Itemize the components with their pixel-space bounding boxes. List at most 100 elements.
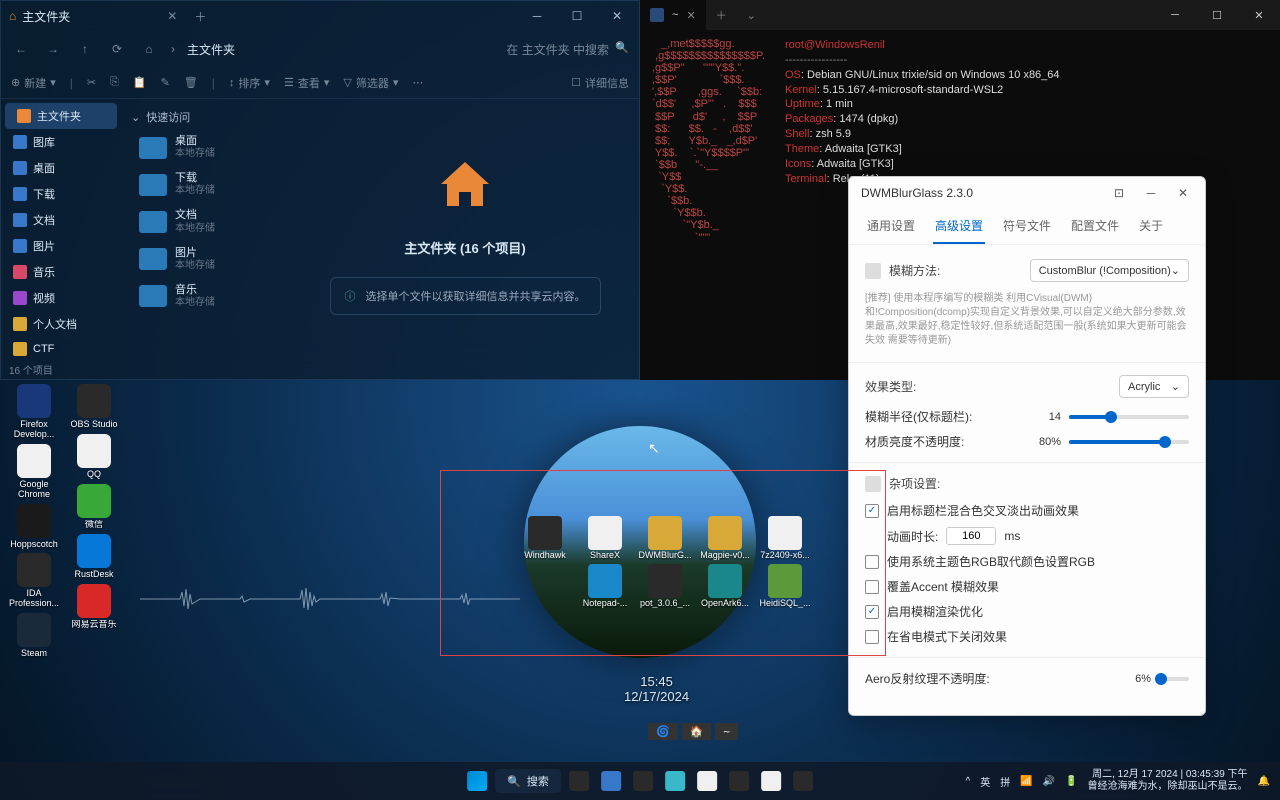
quick-item[interactable]: 音乐本地存储 <box>127 278 285 315</box>
close-icon[interactable]: ✕ <box>603 2 631 30</box>
taskbar-search[interactable]: 🔍 搜索 <box>495 769 561 793</box>
sidebar-item[interactable]: 图库 <box>1 129 121 155</box>
tb-app-icon[interactable] <box>693 767 721 795</box>
maximize-icon[interactable]: ☐ <box>1196 0 1238 30</box>
minimize-icon[interactable]: ─ <box>1154 0 1196 30</box>
dwm-tab[interactable]: 通用设置 <box>865 209 917 244</box>
check-row[interactable]: ✓启用标题栏混合色交叉淡出动画效果 <box>865 502 1189 519</box>
sidebar-item[interactable]: 下载 <box>1 181 121 207</box>
battery-icon[interactable]: 🔋 <box>1065 776 1077 787</box>
sidebar-item[interactable]: 音乐 <box>1 259 121 285</box>
desktop-icon[interactable]: 7z2409-x6... <box>756 516 814 560</box>
desktop-icon[interactable]: Windhawk <box>516 516 574 560</box>
dwm-tab[interactable]: 关于 <box>1137 209 1165 244</box>
sort-button[interactable]: ↕ 排序 ▾ <box>229 75 270 91</box>
aero-slider[interactable] <box>1159 677 1189 681</box>
quick-item[interactable]: 下载本地存储 <box>127 166 285 203</box>
close-tab-icon[interactable]: ✕ <box>164 9 180 23</box>
check-row[interactable]: 使用系统主题色RGB取代颜色设置RGB <box>865 553 1189 570</box>
filter-button[interactable]: ▽ 筛选器 ▾ <box>343 75 398 91</box>
close-icon[interactable]: ✕ <box>1238 0 1280 30</box>
sidebar-item[interactable]: 个人文档 <box>1 311 121 337</box>
tb-app-icon[interactable] <box>661 767 689 795</box>
breadcrumb[interactable]: 主文件夹 <box>187 41 235 58</box>
dwm-tab[interactable]: 配置文件 <box>1069 209 1121 244</box>
desktop-icon[interactable]: DWMBlurG... <box>636 516 694 560</box>
tb-app-icon[interactable] <box>597 767 625 795</box>
tb-app-icon[interactable] <box>757 767 785 795</box>
desktop-icon[interactable]: 微信 <box>66 484 122 530</box>
fm-titlebar[interactable]: ⌂ 主文件夹 ✕ ＋ ─ ☐ ✕ <box>1 1 639 31</box>
material-opacity-slider[interactable] <box>1069 440 1189 444</box>
dwm-tab[interactable]: 高级设置 <box>933 209 985 244</box>
more-icon[interactable]: ⋯ <box>412 76 423 89</box>
blur-method-select[interactable]: CustomBlur (!Composition)⌄ <box>1030 259 1189 282</box>
close-icon[interactable]: ✕ <box>1169 182 1197 204</box>
close-tab-icon[interactable]: ✕ <box>686 9 695 22</box>
desktop-icon[interactable]: OpenArk6... <box>696 564 754 608</box>
notifications-icon[interactable]: 🔔 <box>1258 776 1270 787</box>
sidebar-item[interactable]: CTF <box>1 337 121 361</box>
desktop-icon[interactable]: Hoppscotch <box>6 504 62 550</box>
tb-app-icon[interactable] <box>789 767 817 795</box>
tb-app-icon[interactable] <box>725 767 753 795</box>
desktop-icon[interactable]: HeidiSQL_... <box>756 564 814 608</box>
delete-icon[interactable]: 🗑 <box>184 76 198 89</box>
wifi-icon[interactable]: 📶 <box>1020 776 1032 787</box>
back-icon[interactable]: ← <box>11 39 31 59</box>
new-button[interactable]: ⊕ 新建 ▾ <box>11 75 56 91</box>
desktop-icon[interactable]: ShareX <box>576 516 634 560</box>
desktop-icon[interactable]: Firefox Develop... <box>6 384 62 440</box>
search-input[interactable]: 在 主文件夹 中搜索 <box>247 41 629 58</box>
tb-app-icon[interactable] <box>629 767 657 795</box>
sidebar-item[interactable]: 图片 <box>1 233 121 259</box>
dwm-titlebar[interactable]: DWMBlurGlass 2.3.0 ⊡ ─ ✕ <box>849 177 1205 209</box>
details-button[interactable]: ☐ 详细信息 <box>571 75 629 91</box>
check-row[interactable]: 覆盖Accent 模糊效果 <box>865 578 1189 595</box>
sidebar-item[interactable]: 文档 <box>1 207 121 233</box>
check-row[interactable]: ✓启用模糊渲染优化 <box>865 603 1189 620</box>
up-icon[interactable]: ↑ <box>75 39 95 59</box>
maximize-icon[interactable]: ☐ <box>563 2 591 30</box>
home-nav-icon[interactable]: ⌂ <box>139 39 159 59</box>
fm-tab[interactable]: ⌂ 主文件夹 <box>9 8 164 25</box>
cut-icon[interactable]: ✂ <box>87 76 96 89</box>
desktop-icon[interactable]: Steam <box>6 613 62 659</box>
forward-icon[interactable]: → <box>43 39 63 59</box>
sidebar-item[interactable]: 视频 <box>1 285 121 311</box>
minimize-icon[interactable]: ─ <box>523 2 551 30</box>
desktop-icon[interactable]: QQ <box>66 434 122 480</box>
sidebar-item[interactable]: 桌面 <box>1 155 121 181</box>
ime-indicator[interactable]: 英 <box>980 774 990 789</box>
quick-item[interactable]: 文档本地存储 <box>127 203 285 240</box>
rename-icon[interactable]: ✎ <box>161 76 170 89</box>
desktop-icon[interactable]: Notepad-... <box>576 564 634 608</box>
desktop-icon[interactable]: Magpie-v0... <box>696 516 754 560</box>
new-tab-icon[interactable]: ＋ <box>188 8 212 25</box>
paste-icon[interactable]: 📋 <box>133 76 147 89</box>
taskview-icon[interactable] <box>565 767 593 795</box>
quick-item[interactable]: 图片本地存储 <box>127 241 285 278</box>
copy-icon[interactable]: ⎘ <box>110 76 119 89</box>
terminal-tab[interactable]: ~ ✕ <box>640 0 706 30</box>
anim-duration-input[interactable] <box>946 527 996 545</box>
volume-icon[interactable]: 🔊 <box>1043 776 1055 787</box>
check-row[interactable]: 在省电模式下关闭效果 <box>865 628 1189 645</box>
minimize-icon[interactable]: ─ <box>1137 182 1165 204</box>
view-button[interactable]: ☰ 查看 ▾ <box>284 75 329 91</box>
blur-radius-slider[interactable] <box>1069 415 1189 419</box>
start-button[interactable] <box>463 767 491 795</box>
quick-item[interactable]: 桌面本地存储 <box>127 129 285 166</box>
ime-indicator[interactable]: 拼 <box>1000 774 1010 789</box>
sidebar-item[interactable]: 主文件夹 <box>5 103 117 129</box>
effect-type-select[interactable]: Acrylic⌄ <box>1119 375 1189 398</box>
taskbar-datetime[interactable]: 周二, 12月 17 2024 | 03:45:39 下午 曾经沧海难为水，除却… <box>1088 769 1248 793</box>
dwm-tab[interactable]: 符号文件 <box>1001 209 1053 244</box>
quick-access-header[interactable]: ⌄快速访问 <box>127 105 285 129</box>
desktop-icon[interactable]: 网易云音乐 <box>66 584 122 630</box>
tab-dropdown-icon[interactable]: ⌄ <box>737 9 766 22</box>
new-tab-icon[interactable]: ＋ <box>706 7 737 23</box>
pin-icon[interactable]: ⊡ <box>1105 182 1133 204</box>
refresh-icon[interactable]: ⟳ <box>107 39 127 59</box>
desktop-icon[interactable]: pot_3.0.6_... <box>636 564 694 608</box>
